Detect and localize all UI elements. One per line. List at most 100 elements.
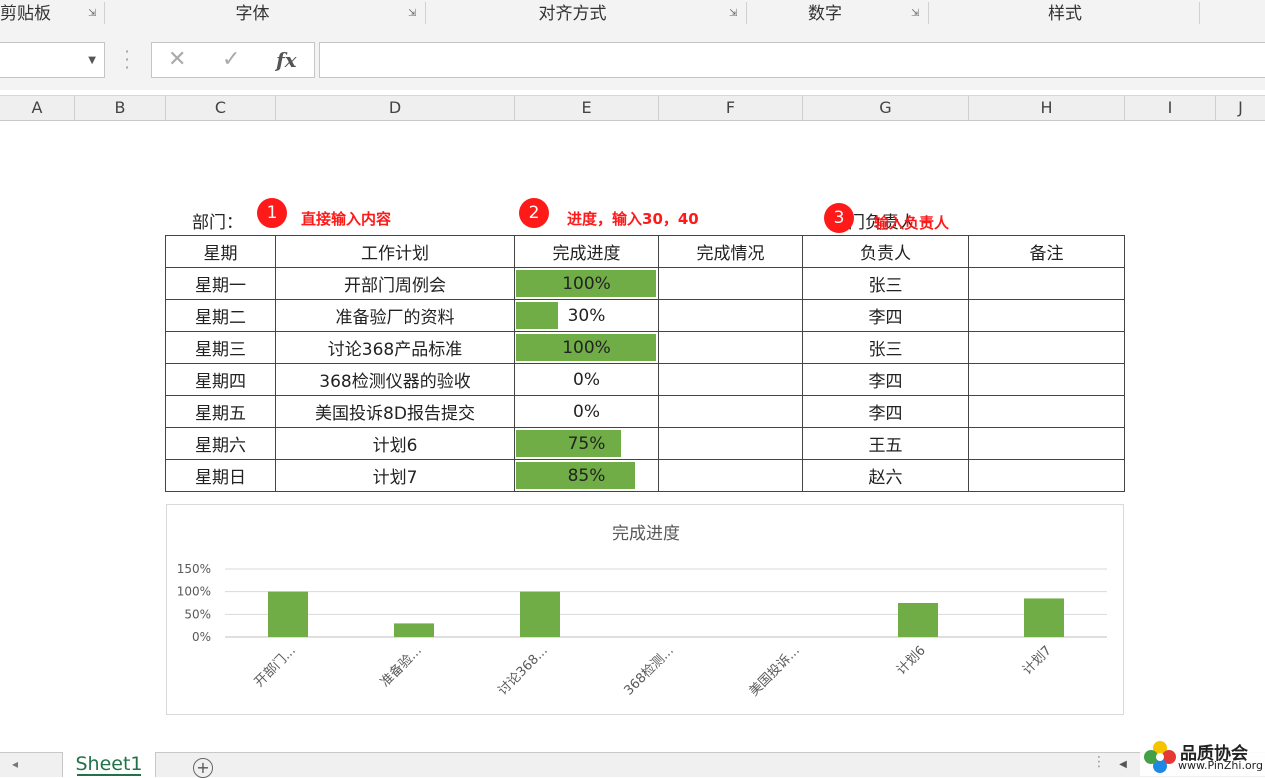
chart-canvas: 完成进度 0% 50% 100% 150% 开部门... 准备验... 讨论368... 368… [177, 524, 1107, 699]
cell-progress[interactable]: 75% [514, 427, 659, 460]
cell-status[interactable] [658, 331, 803, 364]
cell-owner[interactable]: 李四 [802, 395, 969, 428]
chart-y-tick-label: 150% [177, 562, 211, 576]
chart-x-tick-label: 准备验... [377, 643, 425, 691]
cell-day[interactable]: 星期日 [165, 459, 276, 492]
cancel-icon[interactable]: ✕ [168, 47, 186, 72]
table-row: 星期日 计划7 85% 赵六 [165, 459, 1125, 492]
cell-plan[interactable]: 368检测仪器的验收 [275, 363, 515, 396]
add-sheet-button[interactable]: + [193, 758, 213, 778]
cell-progress[interactable]: 30% [514, 299, 659, 332]
cell-note[interactable] [968, 459, 1125, 492]
chart-x-tick-label: 计划7 [1020, 643, 1055, 678]
column-header-h[interactable]: H [969, 96, 1125, 120]
table-row: 星期五 美国投诉8D报告提交 0% 李四 [165, 395, 1125, 428]
header-progress[interactable]: 完成进度 [514, 235, 659, 268]
cell-day[interactable]: 星期二 [165, 299, 276, 332]
cell-day[interactable]: 星期一 [165, 267, 276, 300]
cell-progress[interactable]: 100% [514, 331, 659, 364]
cell-day[interactable]: 星期六 [165, 427, 276, 460]
column-header-d[interactable]: D [276, 96, 515, 120]
chart-x-tick-label: 368检测... [622, 643, 677, 698]
table-row: 星期四 368检测仪器的验收 0% 李四 [165, 363, 1125, 396]
cell-plan[interactable]: 开部门周例会 [275, 267, 515, 300]
column-header-e[interactable]: E [515, 96, 659, 120]
cell-day[interactable]: 星期三 [165, 331, 276, 364]
progress-chart[interactable]: 完成进度 0% 50% 100% 150% 开部门... 准备验... 讨论368... 368… [166, 504, 1124, 715]
header-plan[interactable]: 工作计划 [275, 235, 515, 268]
tab-scroll-left-icon[interactable]: ◂ [12, 757, 18, 771]
cell-plan[interactable]: 美国投诉8D报告提交 [275, 395, 515, 428]
chart-bar [898, 603, 938, 637]
cell-plan[interactable]: 讨论368产品标准 [275, 331, 515, 364]
ribbon-group-clipboard: 剪贴板 [0, 4, 51, 24]
column-header-b[interactable]: B [75, 96, 166, 120]
ribbon-group-font: 字体 [235, 4, 270, 24]
cell-status[interactable] [658, 267, 803, 300]
cell-status[interactable] [658, 459, 803, 492]
cell-progress[interactable]: 0% [514, 395, 659, 428]
header-owner[interactable]: 负责人 [802, 235, 969, 268]
ribbon-separator [1199, 2, 1200, 24]
table-row: 星期二 准备验厂的资料 30% 李四 [165, 299, 1125, 332]
progress-text: 100% [562, 273, 611, 294]
formula-input[interactable] [319, 42, 1265, 78]
column-header-c[interactable]: C [166, 96, 276, 120]
insert-function-button[interactable]: fx [276, 48, 297, 72]
cell-note[interactable] [968, 363, 1125, 396]
cell-day[interactable]: 星期四 [165, 363, 276, 396]
cell-plan[interactable]: 计划6 [275, 427, 515, 460]
cell-note[interactable] [968, 427, 1125, 460]
formula-bar: ▼ · · · ✕ ✓ fx [0, 28, 1265, 90]
step-badge-1: 1 [257, 198, 287, 228]
cell-note[interactable] [968, 267, 1125, 300]
cell-status[interactable] [658, 427, 803, 460]
cell-plan[interactable]: 计划7 [275, 459, 515, 492]
cell-note[interactable] [968, 299, 1125, 332]
column-header-a[interactable]: A [0, 96, 75, 120]
cell-owner[interactable]: 张三 [802, 331, 969, 364]
cell-progress[interactable]: 100% [514, 267, 659, 300]
cell-progress[interactable]: 0% [514, 363, 659, 396]
column-header-f[interactable]: F [659, 96, 803, 120]
scroll-left-icon[interactable]: ◀ [1112, 756, 1134, 774]
chart-x-tick-label: 开部门... [252, 643, 299, 690]
cell-plan[interactable]: 准备验厂的资料 [275, 299, 515, 332]
cell-owner[interactable]: 李四 [802, 299, 969, 332]
header-status[interactable]: 完成情况 [658, 235, 803, 268]
cell-note[interactable] [968, 331, 1125, 364]
cell-owner[interactable]: 张三 [802, 267, 969, 300]
dialog-launcher-icon[interactable]: ⇲ [729, 9, 739, 19]
column-header-g[interactable]: G [803, 96, 969, 120]
tab-sheet1[interactable]: Sheet1 [62, 752, 156, 777]
cell-status[interactable] [658, 299, 803, 332]
dialog-launcher-icon[interactable]: ⇲ [408, 9, 418, 19]
name-box[interactable]: ▼ [0, 42, 105, 78]
cell-status[interactable] [658, 395, 803, 428]
chevron-down-icon[interactable]: ▼ [88, 55, 96, 66]
column-header-j[interactable]: J [1216, 96, 1265, 120]
column-header-i[interactable]: I [1125, 96, 1216, 120]
cell-status[interactable] [658, 363, 803, 396]
chart-title: 完成进度 [612, 524, 680, 544]
table-row: 星期三 讨论368产品标准 100% 张三 [165, 331, 1125, 364]
cell-owner[interactable]: 李四 [802, 363, 969, 396]
cell-note[interactable] [968, 395, 1125, 428]
ribbon-separator [425, 2, 426, 24]
header-day[interactable]: 星期 [165, 235, 276, 268]
check-icon[interactable]: ✓ [222, 47, 240, 72]
cell-day[interactable]: 星期五 [165, 395, 276, 428]
cell-owner[interactable]: 王五 [802, 427, 969, 460]
cell-owner[interactable]: 赵六 [802, 459, 969, 492]
dialog-launcher-icon[interactable]: ⇲ [88, 9, 98, 19]
ribbon-group-bar: 剪贴板 ⇲ 字体 ⇲ 对齐方式 ⇲ 数字 ⇲ 样式 [0, 0, 1265, 29]
dialog-launcher-icon[interactable]: ⇲ [911, 9, 921, 19]
drag-handle-icon[interactable]: · · · [122, 44, 132, 76]
chart-bar [520, 591, 560, 637]
ribbon-separator [746, 2, 747, 24]
header-note[interactable]: 备注 [968, 235, 1125, 268]
drag-handle-icon[interactable]: ⋮ [1092, 754, 1106, 770]
table-row: 星期一 开部门周例会 100% 张三 [165, 267, 1125, 300]
cell-progress[interactable]: 85% [514, 459, 659, 492]
table-header-row: 星期 工作计划 完成进度 完成情况 负责人 备注 [165, 235, 1125, 268]
